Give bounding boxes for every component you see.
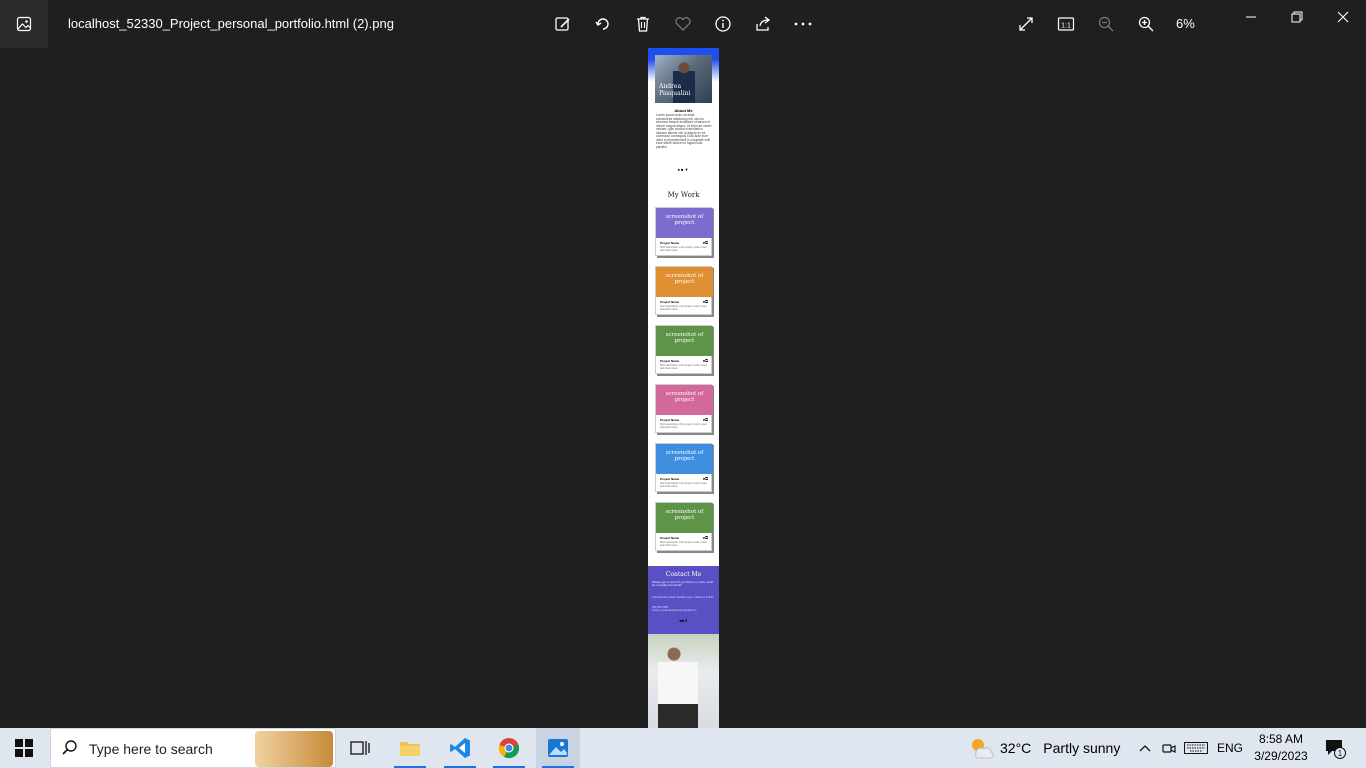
contact-phone-email: 555-555-5555 andrea_pasqualini@randomgma…: [652, 606, 715, 612]
contact-text: Please get in touch if you think our wor…: [652, 580, 714, 588]
windows-logo-icon: [15, 739, 33, 757]
footer-photo: [648, 634, 719, 728]
project-name: Project Name: [660, 241, 680, 245]
actual-size-icon[interactable]: 1:1: [1054, 12, 1078, 36]
close-icon[interactable]: [1328, 6, 1358, 28]
project-name: Project Name: [660, 418, 680, 422]
contact-email[interactable]: andrea_pasqualini@randomgmail.com: [652, 609, 715, 612]
vscode-button[interactable]: [438, 728, 482, 768]
photos-icon: [548, 739, 568, 757]
about-text: Lorem ipsum dolor sit amet, consectetur …: [656, 113, 712, 149]
notification-center-icon[interactable]: 1: [1320, 728, 1350, 768]
svg-text:1:1: 1:1: [1061, 23, 1071, 30]
contact-section: Contact Me Please get in touch if you th…: [648, 566, 719, 634]
task-view-icon: [350, 741, 370, 755]
portfolio-page-preview: Andrea Pasqualini About Me Lorem ipsum d…: [648, 48, 719, 728]
project-card[interactable]: screenshot of project Project Name ●⧉ Sh…: [655, 443, 713, 492]
project-screenshot: screenshot of project: [656, 385, 713, 415]
clock-time: 8:58 AM: [1258, 732, 1304, 746]
zoom-in-icon[interactable]: [1134, 12, 1158, 36]
fullscreen-icon[interactable]: [1014, 12, 1038, 36]
project-screenshot: screenshot of project: [656, 208, 713, 238]
notification-count: 1: [1338, 749, 1343, 758]
delete-icon[interactable]: [631, 12, 655, 36]
taskbar-search-box[interactable]: Type here to search: [50, 728, 336, 768]
project-description: Short description of the project, tools …: [660, 364, 707, 370]
project-description: Short description of the project, tools …: [660, 246, 707, 252]
system-clock[interactable]: 8:58 AM 3/29/2023: [1252, 731, 1310, 765]
clock-date: 3/29/2023: [1254, 749, 1308, 763]
project-description: Short description of the project, tools …: [660, 423, 707, 429]
partly-sunny-icon: [972, 739, 994, 759]
photos-button[interactable]: [536, 728, 580, 768]
project-screenshot: screenshot of project: [656, 444, 713, 474]
meet-now-icon[interactable]: [1158, 728, 1180, 768]
title-bar: localhost_52330_Project_personal_portfol…: [0, 0, 1366, 48]
footer-person-figure: [658, 644, 698, 728]
vscode-icon: [450, 738, 470, 758]
project-card[interactable]: screenshot of project Project Name ●⧉ Sh…: [655, 266, 713, 315]
photos-app-icon[interactable]: [0, 0, 48, 48]
project-link-icons[interactable]: ●⧉: [703, 535, 708, 540]
project-link-icons[interactable]: ●⧉: [703, 476, 708, 481]
file-explorer-button[interactable]: [388, 728, 432, 768]
project-card[interactable]: screenshot of project Project Name ●⧉ Sh…: [655, 502, 713, 551]
project-name: Project Name: [660, 477, 680, 481]
chevron-up-icon[interactable]: [1134, 728, 1156, 768]
task-view-button[interactable]: [338, 728, 382, 768]
twitter-icon[interactable]: ▼: [684, 618, 688, 623]
project-link-icons[interactable]: ●⧉: [703, 240, 708, 245]
weather-widget[interactable]: 32°C Partly sunny: [968, 728, 1120, 768]
project-card[interactable]: screenshot of project Project Name ●⧉ Sh…: [655, 325, 713, 374]
project-name: Project Name: [660, 300, 680, 304]
zoom-out-icon[interactable]: [1094, 12, 1118, 36]
about-social-icons: ●■▼: [648, 167, 719, 172]
minimize-icon[interactable]: [1236, 6, 1266, 28]
rotate-icon[interactable]: [591, 12, 615, 36]
project-description: Short description of the project, tools …: [660, 482, 707, 488]
favorite-heart-icon[interactable]: [671, 12, 695, 36]
work-title: My Work: [667, 191, 700, 199]
search-icon: [61, 739, 79, 762]
project-card[interactable]: screenshot of project Project Name ●⧉ Sh…: [655, 207, 713, 256]
project-link-icons[interactable]: ●⧉: [703, 358, 708, 363]
zoom-level[interactable]: 6%: [1176, 16, 1195, 31]
contact-social-icons: ●■▼: [648, 618, 719, 623]
info-icon[interactable]: [711, 12, 735, 36]
project-screenshot: screenshot of project: [656, 503, 713, 533]
window-title: localhost_52330_Project_personal_portfol…: [68, 16, 394, 31]
weather-description: Partly sunny: [1043, 740, 1121, 756]
share-icon[interactable]: [751, 12, 775, 36]
weather-temperature: 32°C: [1000, 740, 1032, 756]
start-button[interactable]: [0, 728, 48, 768]
taskbar: Type here to search 32°C Partly sunny EN…: [0, 728, 1366, 768]
search-placeholder: Type here to search: [89, 741, 213, 757]
twitter-icon[interactable]: ▼: [684, 167, 689, 172]
project-description: Short description of the project, tools …: [660, 305, 707, 311]
chrome-button[interactable]: [487, 728, 531, 768]
contact-title: Contact Me: [665, 571, 702, 578]
project-link-icons[interactable]: ●⧉: [703, 299, 708, 304]
search-highlight-illustration: [255, 731, 333, 767]
language-indicator[interactable]: ENG: [1214, 728, 1246, 768]
contact-address: 1234 Random Road, Random town, Californi…: [652, 596, 713, 599]
edit-image-icon[interactable]: [551, 12, 575, 36]
profile-photo: Andrea Pasqualini: [655, 55, 712, 103]
more-options-icon[interactable]: [791, 12, 815, 36]
folder-icon: [400, 742, 420, 756]
keyboard-icon[interactable]: [1182, 728, 1210, 768]
project-screenshot: screenshot of project: [656, 267, 713, 297]
chrome-icon: [498, 738, 520, 759]
project-card[interactable]: screenshot of project Project Name ●⧉ Sh…: [655, 384, 713, 433]
project-link-icons[interactable]: ●⧉: [703, 417, 708, 422]
project-screenshot: screenshot of project: [656, 326, 713, 356]
restore-icon[interactable]: [1282, 6, 1312, 28]
project-name: Project Name: [660, 359, 680, 363]
project-description: Short description of the project, tools …: [660, 541, 707, 547]
hero-name: Andrea Pasqualini: [659, 83, 691, 97]
project-name: Project Name: [660, 536, 680, 540]
